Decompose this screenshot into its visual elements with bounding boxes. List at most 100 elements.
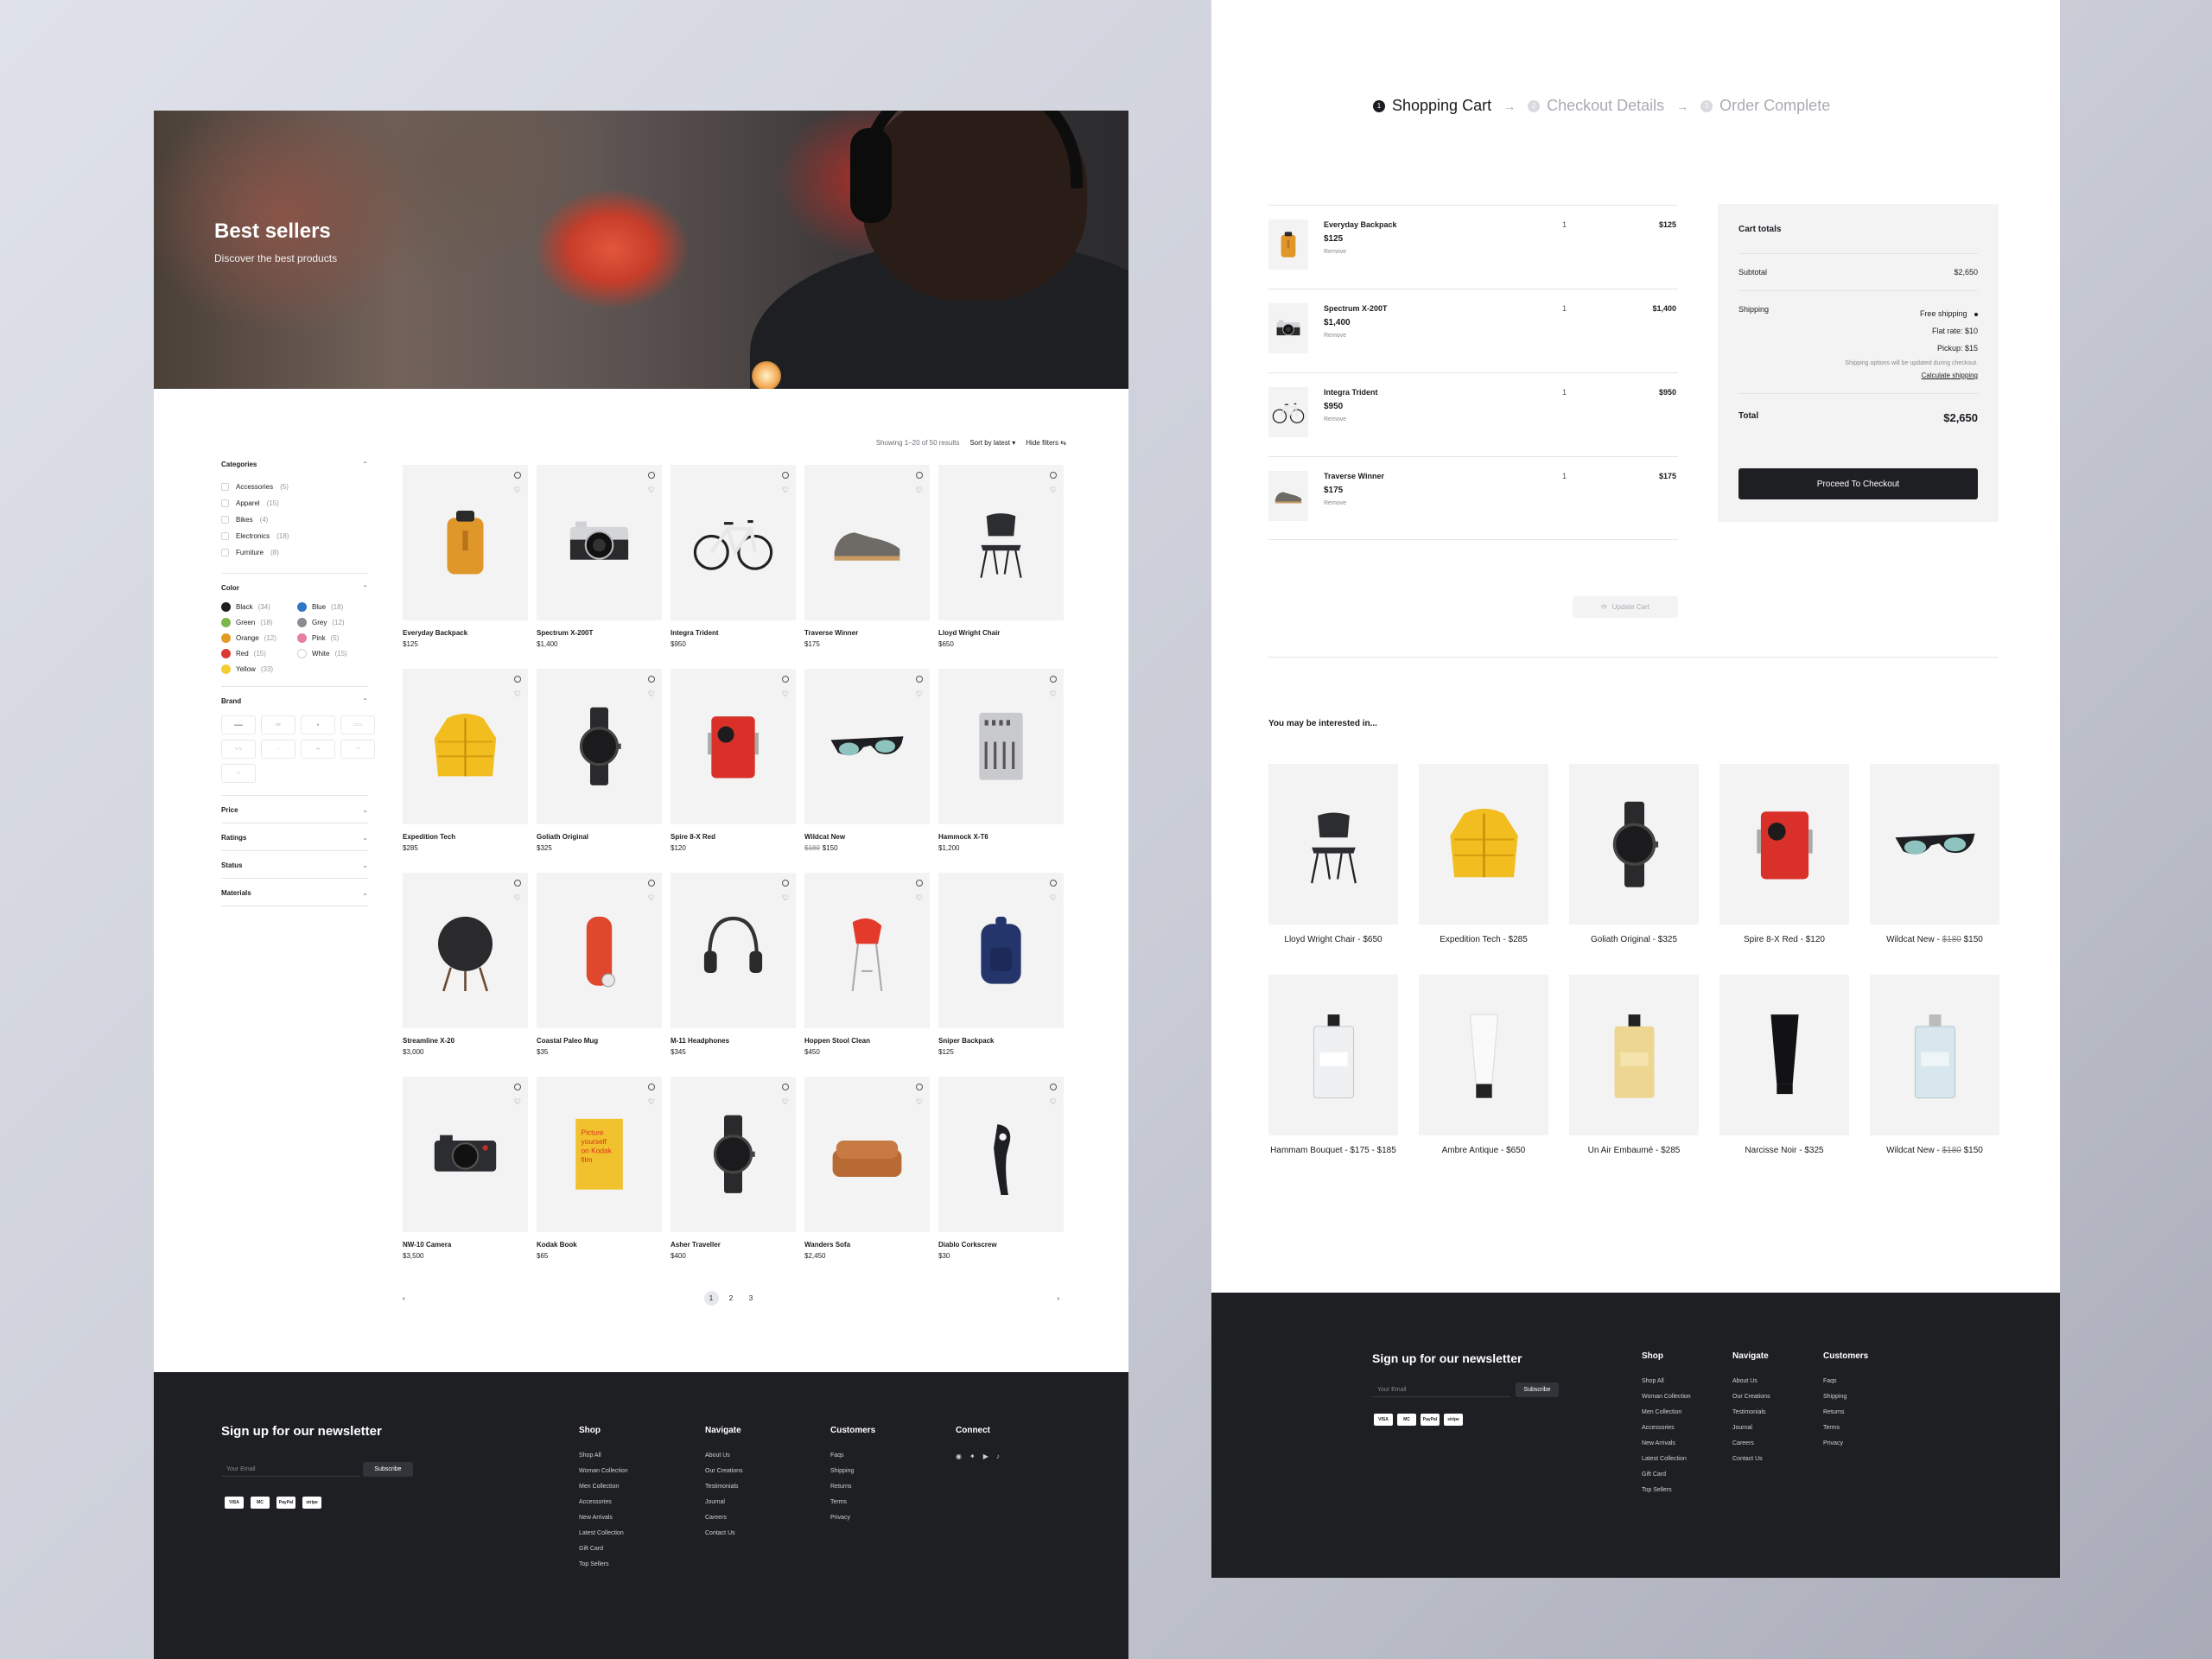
facebook-icon[interactable]: ◉ (956, 1452, 962, 1460)
recommended-product[interactable]: Hammam Bouquet - $175 - $185 (1268, 975, 1398, 1155)
heart-icon[interactable]: ♡ (782, 894, 789, 902)
twitter-icon[interactable]: ✦ (969, 1452, 976, 1460)
quantity-stepper[interactable]: 1 (1562, 220, 1567, 229)
product-name[interactable]: Coastal Paleo Mug (537, 1037, 662, 1045)
product-card[interactable]: ♡ Hammock X-T6 $1,200 (938, 669, 1064, 873)
product-card[interactable]: ♡ Wanders Sofa $2,450 (804, 1077, 930, 1281)
product-card[interactable]: ♡ Hoppen Stool Clean $450 (804, 873, 930, 1077)
zoom-icon[interactable] (782, 676, 789, 683)
newsletter-email-input[interactable]: Your Email (1372, 1382, 1510, 1397)
quantity-stepper[interactable]: 1 (1562, 388, 1567, 397)
heart-icon[interactable]: ♡ (514, 690, 521, 698)
heart-icon[interactable]: ♡ (514, 894, 521, 902)
product-image[interactable]: ♡ (938, 1077, 1064, 1232)
checkbox[interactable] (221, 499, 229, 507)
product-name[interactable]: Traverse Winner (804, 629, 930, 637)
product-image[interactable]: ♡ (537, 669, 662, 824)
product-image[interactable]: ♡ (804, 1077, 930, 1232)
product-image[interactable]: ♡ (403, 669, 528, 824)
product-name[interactable]: Spectrum X-200T (537, 629, 662, 637)
recommended-product[interactable]: Lloyd Wright Chair - $650 (1268, 764, 1398, 944)
product-card[interactable]: ♡ Expedition Tech $285 (403, 669, 528, 873)
remove-link[interactable]: Remove (1324, 416, 1346, 423)
product-image[interactable]: ♡ (938, 873, 1064, 1028)
heart-icon[interactable]: ♡ (514, 1098, 521, 1106)
zoom-icon[interactable] (514, 676, 521, 683)
zoom-icon[interactable] (782, 472, 789, 479)
product-name[interactable]: Integra Trident (671, 629, 796, 637)
recommended-product[interactable]: Spire 8-X Red - $120 (1719, 764, 1849, 944)
product-name[interactable]: M-11 Headphones (671, 1037, 796, 1045)
product-card[interactable]: ♡ Asher Traveller $400 (671, 1077, 796, 1281)
shipping-option[interactable]: Flat rate: $10 (1920, 322, 1978, 340)
hide-filters-button[interactable]: Hide filters ⇆ (1026, 439, 1066, 447)
product-image[interactable]: ♡ (403, 1077, 528, 1232)
color-option[interactable]: Black (34) (221, 602, 297, 612)
sort-dropdown[interactable]: Sort by latest ▾ (969, 439, 1015, 447)
remove-link[interactable]: Remove (1324, 500, 1346, 506)
cart-item-image[interactable] (1268, 471, 1308, 521)
footer-link[interactable]: Men Collection (1642, 1409, 1691, 1415)
filter-header[interactable]: Materials ⌄ (221, 889, 368, 906)
footer-link[interactable]: Testimonials (1732, 1409, 1770, 1415)
color-option[interactable]: Orange (12) (221, 633, 297, 643)
recommended-product[interactable]: Un Air Embaumé - $285 (1569, 975, 1699, 1155)
footer-link[interactable]: Accessories (579, 1499, 628, 1505)
product-name-price[interactable]: Wildcat New - $180 $150 (1870, 1146, 1999, 1155)
footer-link[interactable]: Privacy (1823, 1440, 1868, 1446)
calculate-shipping-link[interactable]: Calculate shipping (1738, 372, 1978, 379)
heart-icon[interactable]: ♡ (1050, 894, 1057, 902)
color-option[interactable]: White (15) (297, 649, 373, 658)
product-card[interactable]: ♡ Goliath Original $325 (537, 669, 662, 873)
update-cart-button[interactable]: ⟳ Update Cart (1573, 596, 1678, 618)
product-image[interactable]: ♡ (671, 465, 796, 620)
heart-icon[interactable]: ♡ (782, 486, 789, 494)
product-name[interactable]: Streamline X-20 (403, 1037, 528, 1045)
heart-icon[interactable]: ♡ (782, 690, 789, 698)
zoom-icon[interactable] (514, 1084, 521, 1090)
recommended-product[interactable]: Wildcat New - $180 $150 (1870, 764, 1999, 944)
product-name[interactable]: NW-10 Camera (403, 1241, 528, 1249)
color-option[interactable]: Yellow (33) (221, 664, 297, 674)
filter-header[interactable]: Ratings ⌄ (221, 834, 368, 850)
product-image[interactable]: ♡ (938, 465, 1064, 620)
checkbox[interactable] (221, 516, 229, 524)
filter-header[interactable]: Status ⌄ (221, 861, 368, 878)
footer-link[interactable]: Terms (830, 1499, 875, 1505)
category-option[interactable]: Furniture (8) (221, 544, 368, 561)
product-image[interactable]: ♡ (671, 669, 796, 824)
product-image[interactable]: ♡ (537, 465, 662, 620)
recommended-product[interactable]: Expedition Tech - $285 (1419, 764, 1548, 944)
footer-link[interactable]: Returns (830, 1484, 875, 1490)
heart-icon[interactable]: ♡ (916, 486, 923, 494)
step-2[interactable]: 2 Checkout Details (1528, 97, 1664, 115)
heart-icon[interactable]: ♡ (916, 1098, 923, 1106)
footer-link[interactable]: Accessories (1642, 1425, 1691, 1431)
page-number[interactable]: 2 (724, 1291, 739, 1306)
heart-icon[interactable]: ♡ (782, 1098, 789, 1106)
heart-icon[interactable]: ♡ (648, 486, 655, 494)
footer-link[interactable]: Our Creations (1732, 1394, 1770, 1400)
heart-icon[interactable]: ♡ (648, 690, 655, 698)
footer-link[interactable]: Gift Card (1642, 1471, 1691, 1478)
footer-link[interactable]: New Arrivals (579, 1515, 628, 1521)
zoom-icon[interactable] (1050, 472, 1057, 479)
product-name-price[interactable]: Narcisse Noir - $325 (1719, 1146, 1849, 1155)
product-card[interactable]: Picture yourself on Kodak film ♡ Kodak Book… (537, 1077, 662, 1281)
product-image[interactable]: ♡ (671, 1077, 796, 1232)
proceed-checkout-button[interactable]: Proceed To Checkout (1738, 468, 1978, 499)
product-name-price[interactable]: Lloyd Wright Chair - $650 (1268, 935, 1398, 944)
footer-link[interactable]: Our Creations (705, 1468, 743, 1474)
color-option[interactable]: Grey (12) (297, 618, 373, 627)
product-image[interactable] (1870, 764, 1999, 925)
subscribe-button[interactable]: Subscribe (363, 1462, 413, 1477)
product-name-price[interactable]: Hammam Bouquet - $175 - $185 (1268, 1146, 1398, 1155)
zoom-icon[interactable] (648, 472, 655, 479)
cart-item-name[interactable]: Everyday Backpack (1324, 220, 1397, 229)
product-image[interactable]: ♡ (403, 873, 528, 1028)
product-name-price[interactable]: Spire 8-X Red - $120 (1719, 935, 1849, 944)
category-option[interactable]: Electronics (18) (221, 528, 368, 544)
footer-link[interactable]: Journal (1732, 1425, 1770, 1431)
product-name[interactable]: Everyday Backpack (403, 629, 528, 637)
brand-logo[interactable]: ▪▪ (301, 740, 335, 759)
